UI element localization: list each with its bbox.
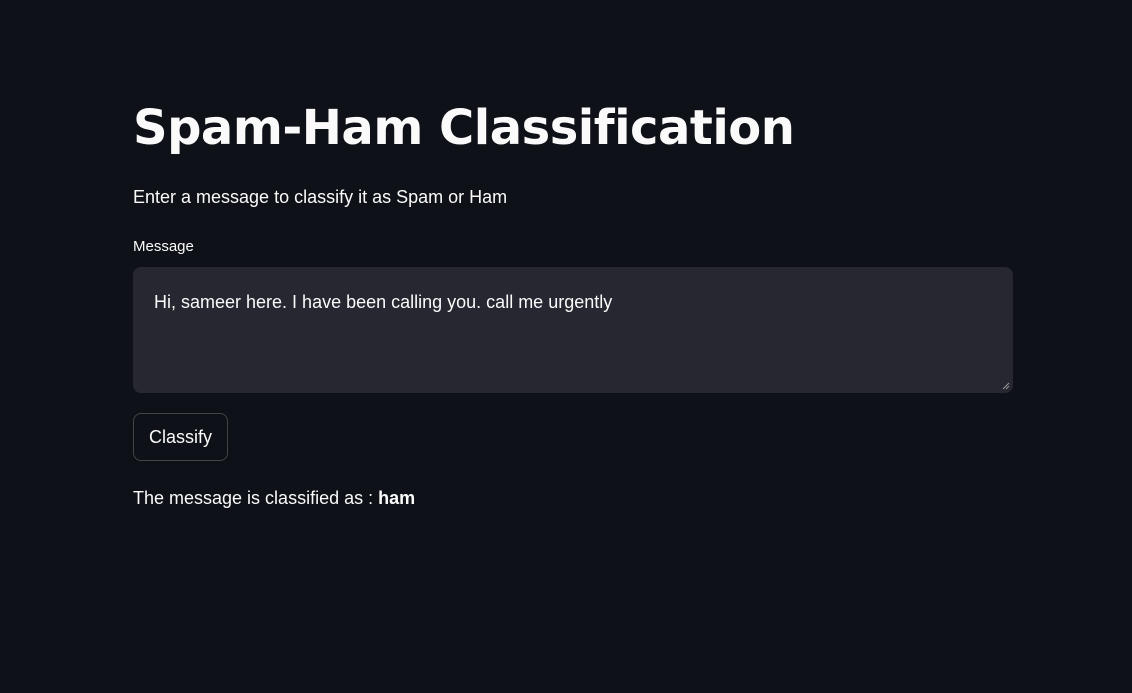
result-value: ham — [378, 488, 416, 508]
resize-handle-icon[interactable] — [1002, 382, 1010, 390]
app-container: Spam-Ham Classification Enter a message … — [0, 0, 1132, 693]
message-label: Message — [133, 238, 194, 255]
page-title: Spam-Ham Classification — [133, 100, 795, 156]
classify-button[interactable]: Classify — [133, 413, 229, 461]
classification-result: The message is classified as : ham — [133, 485, 415, 511]
page-subtitle: Enter a message to classify it as Spam o… — [133, 187, 508, 207]
result-prefix: The message is classified as : — [133, 488, 379, 508]
message-field: Hi, sameer here. I have been calling you… — [133, 267, 1013, 393]
message-input[interactable]: Hi, sameer here. I have been calling you… — [133, 267, 1013, 393]
